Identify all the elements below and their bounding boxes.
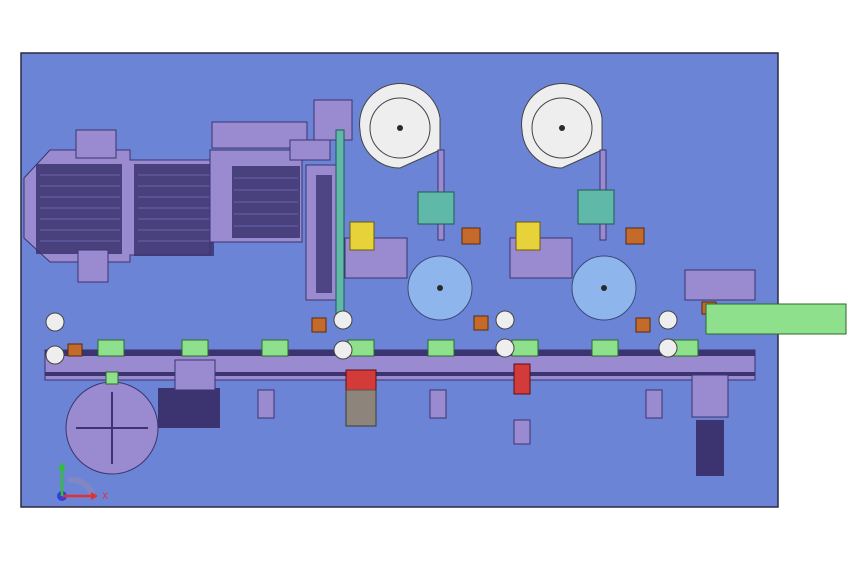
assembly-drawing: X bbox=[20, 52, 847, 508]
servo-motor bbox=[691, 374, 729, 476]
cad-viewport[interactable]: X bbox=[0, 0, 867, 562]
x-axis-label: X bbox=[102, 492, 108, 502]
